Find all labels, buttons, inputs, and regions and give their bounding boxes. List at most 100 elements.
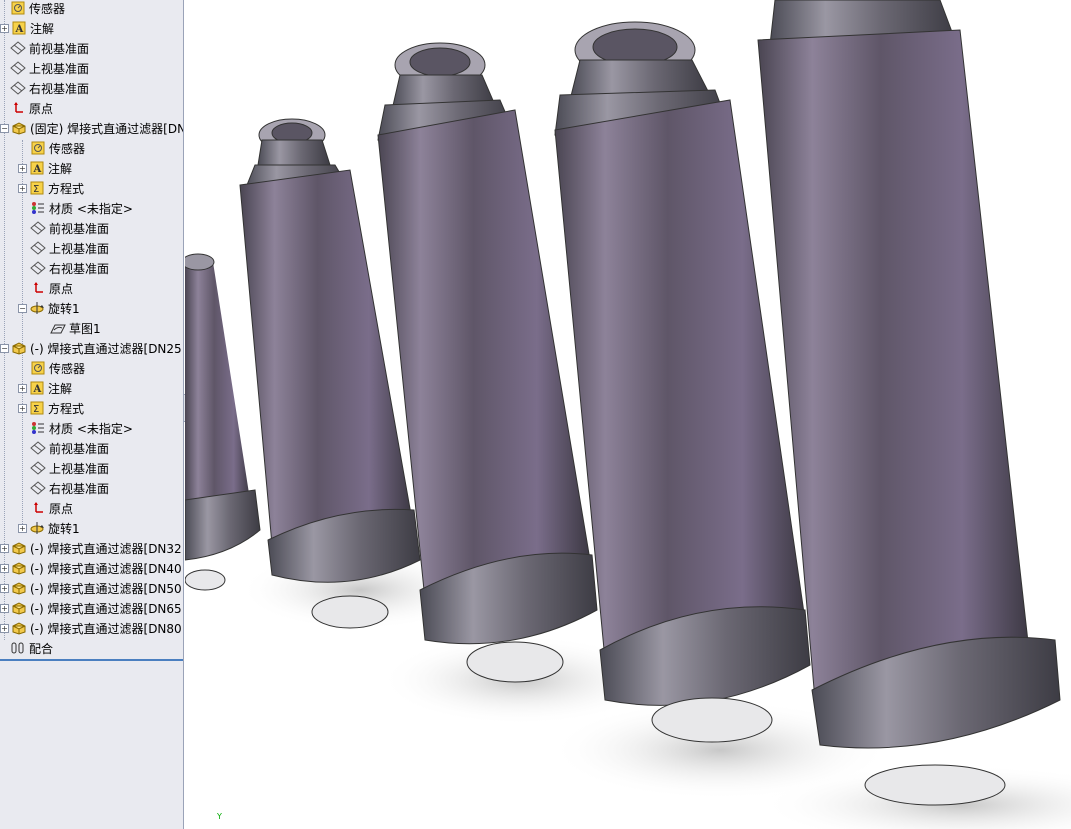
expand-toggle[interactable]: + — [0, 623, 9, 633]
tree-item-label: 注解 — [48, 381, 73, 396]
tree-item-right-plane[interactable]: 右视基准面 — [10, 78, 89, 98]
tree-item-origin[interactable]: 原点 — [30, 498, 73, 518]
filter-model-dn25[interactable] — [181, 253, 261, 591]
part-icon — [11, 540, 27, 556]
tree-item-label: 草图1 — [69, 321, 101, 336]
tree-item-label: 原点 — [29, 101, 54, 116]
tree-item-label: 右视基准面 — [29, 81, 90, 96]
expand-toggle[interactable]: + — [0, 603, 9, 613]
expand-toggle[interactable]: + — [18, 383, 27, 393]
sensor-icon — [10, 0, 26, 16]
tree-item-annotations[interactable]: + A 注解 — [18, 378, 72, 398]
tree-item-label: 方程式 — [48, 181, 85, 196]
tree-item-front-plane[interactable]: 前视基准面 — [30, 438, 109, 458]
origin-icon — [30, 280, 46, 296]
sensor-icon — [30, 140, 46, 156]
graphics-viewport[interactable] — [181, 0, 1071, 829]
expand-toggle[interactable]: + — [0, 543, 9, 553]
tree-item-material[interactable]: 材质 <未指定> — [30, 198, 133, 218]
tree-item-front-plane[interactable]: 前视基准面 — [10, 38, 89, 58]
feature-manager-tree[interactable]: 传感器 + A 注解 前视基准面 上视基准面 右视基准面 原点 − (固定) 焊… — [0, 0, 184, 829]
tree-item-label: (-) 焊接式直通过滤器[DN32 — [30, 541, 182, 556]
tree-item-label: 注解 — [48, 161, 73, 176]
tree-item-front-plane[interactable]: 前视基准面 — [30, 218, 109, 238]
tree-item-top-plane[interactable]: 上视基准面 — [30, 238, 109, 258]
tree-item-label: 上视基准面 — [29, 61, 90, 76]
tree-component-dn50[interactable]: + (-) 焊接式直通过滤器[DN50 — [0, 578, 182, 598]
tree-item-label: 原点 — [49, 501, 74, 516]
expand-toggle[interactable]: + — [18, 163, 27, 173]
tree-item-label: 前视基准面 — [49, 221, 110, 236]
tree-item-material[interactable]: 材质 <未指定> — [30, 418, 133, 438]
expand-toggle[interactable]: + — [18, 523, 27, 533]
tree-item-annotations[interactable]: + A 注解 — [18, 158, 72, 178]
tree-item-label: 前视基准面 — [49, 441, 110, 456]
tree-item-revolve[interactable]: − 旋转1 — [18, 298, 80, 318]
tree-component-dn40[interactable]: + (-) 焊接式直通过滤器[DN40 — [0, 558, 182, 578]
part-icon — [11, 620, 27, 636]
part-icon — [11, 340, 27, 356]
plane-icon — [30, 260, 46, 276]
svg-text:Σ: Σ — [33, 184, 39, 195]
filter-model-dn65[interactable] — [757, 0, 1061, 806]
tree-item-top-plane[interactable]: 上视基准面 — [10, 58, 89, 78]
collapse-toggle[interactable]: − — [0, 343, 9, 353]
tree-rollback-bar[interactable] — [0, 659, 183, 661]
tree-item-right-plane[interactable]: 右视基准面 — [30, 258, 109, 278]
tree-component-dn32[interactable]: + (-) 焊接式直通过滤器[DN32 — [0, 538, 182, 558]
tree-item-mates[interactable]: 配合 — [10, 638, 53, 658]
part-icon — [11, 600, 27, 616]
tree-item-label: (-) 焊接式直通过滤器[DN50 — [30, 581, 182, 596]
revolve-icon — [29, 520, 45, 536]
revolve-icon — [29, 300, 45, 316]
tree-item-label: 材质 <未指定> — [49, 201, 133, 216]
svg-text:A: A — [33, 164, 42, 175]
tree-item-origin[interactable]: 原点 — [30, 278, 73, 298]
equation-icon: Σ — [29, 180, 45, 196]
tree-item-sensors[interactable]: 传感器 — [10, 0, 65, 18]
expand-toggle[interactable]: + — [0, 563, 9, 573]
plane-icon — [30, 220, 46, 236]
tree-component-2[interactable]: − (-) 焊接式直通过滤器[DN25 — [0, 338, 182, 358]
annotation-icon: A — [29, 380, 45, 396]
tree-component-1[interactable]: − (固定) 焊接式直通过滤器[DN — [0, 118, 183, 138]
tree-item-label: 传感器 — [49, 361, 86, 376]
tree-item-label: 上视基准面 — [49, 461, 110, 476]
tree-item-right-plane[interactable]: 右视基准面 — [30, 478, 109, 498]
part-icon — [11, 560, 27, 576]
collapse-toggle[interactable]: − — [0, 123, 9, 133]
equation-icon: Σ — [29, 400, 45, 416]
tree-item-revolve[interactable]: + 旋转1 — [18, 518, 80, 538]
expand-toggle[interactable]: + — [0, 583, 9, 593]
collapse-toggle[interactable]: − — [18, 303, 27, 313]
svg-text:A: A — [15, 24, 24, 35]
tree-item-label: (-) 焊接式直通过滤器[DN40 — [30, 561, 182, 576]
triad-y-label: Y — [217, 812, 222, 821]
tree-item-equations[interactable]: + Σ 方程式 — [18, 398, 84, 418]
annotation-icon: A — [11, 20, 27, 36]
plane-icon — [10, 60, 26, 76]
part-icon — [11, 580, 27, 596]
tree-item-sensors[interactable]: 传感器 — [30, 138, 85, 158]
expand-toggle[interactable]: + — [0, 23, 9, 33]
tree-item-equations[interactable]: + Σ 方程式 — [18, 178, 84, 198]
tree-component-dn65[interactable]: + (-) 焊接式直通过滤器[DN65 — [0, 598, 182, 618]
svg-text:A: A — [33, 384, 42, 395]
tree-item-label: 上视基准面 — [49, 241, 110, 256]
tree-component-dn80[interactable]: + (-) 焊接式直通过滤器[DN80 — [0, 618, 182, 638]
tree-item-origin[interactable]: 原点 — [10, 98, 53, 118]
tree-item-top-plane[interactable]: 上视基准面 — [30, 458, 109, 478]
tree-item-sketch[interactable]: 草图1 — [50, 318, 101, 338]
sketch-icon — [50, 320, 66, 336]
tree-item-annotations[interactable]: + A 注解 — [0, 18, 54, 38]
tree-item-label: 原点 — [49, 281, 74, 296]
tree-item-label: 方程式 — [48, 401, 85, 416]
tree-item-label: (-) 焊接式直通过滤器[DN25 — [30, 341, 182, 356]
plane-icon — [10, 40, 26, 56]
material-icon — [30, 420, 46, 436]
expand-toggle[interactable]: + — [18, 403, 27, 413]
material-icon — [30, 200, 46, 216]
tree-item-sensors[interactable]: 传感器 — [30, 358, 85, 378]
tree-item-label: 配合 — [29, 641, 54, 656]
expand-toggle[interactable]: + — [18, 183, 27, 193]
